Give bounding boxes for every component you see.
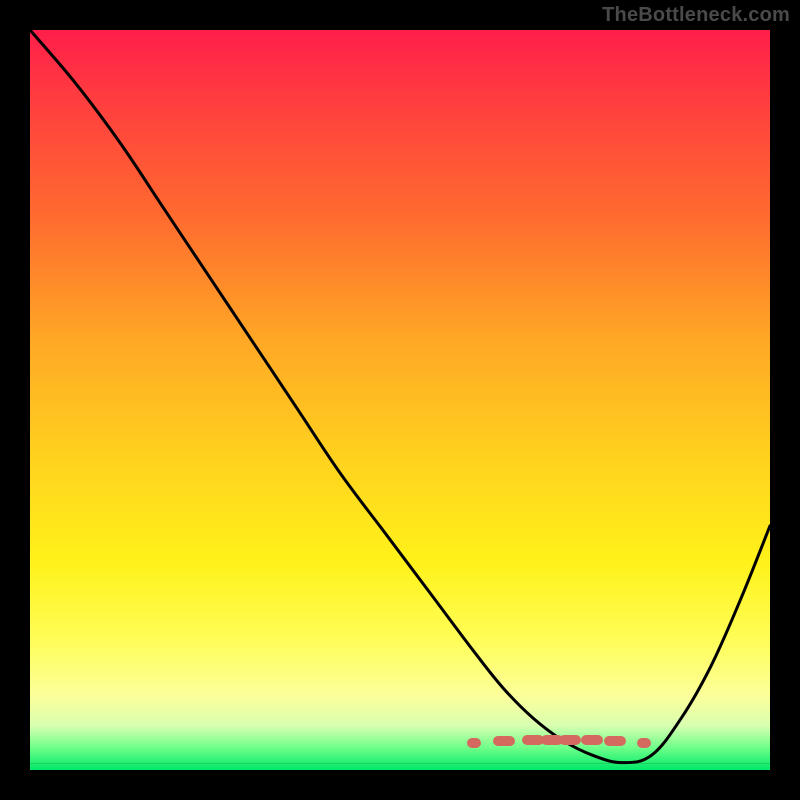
chart-stage: TheBottleneck.com (0, 0, 800, 800)
plot-area (30, 30, 770, 770)
curve-svg (30, 30, 770, 770)
watermark-text: TheBottleneck.com (602, 4, 790, 27)
bottleneck-curve (30, 30, 770, 763)
